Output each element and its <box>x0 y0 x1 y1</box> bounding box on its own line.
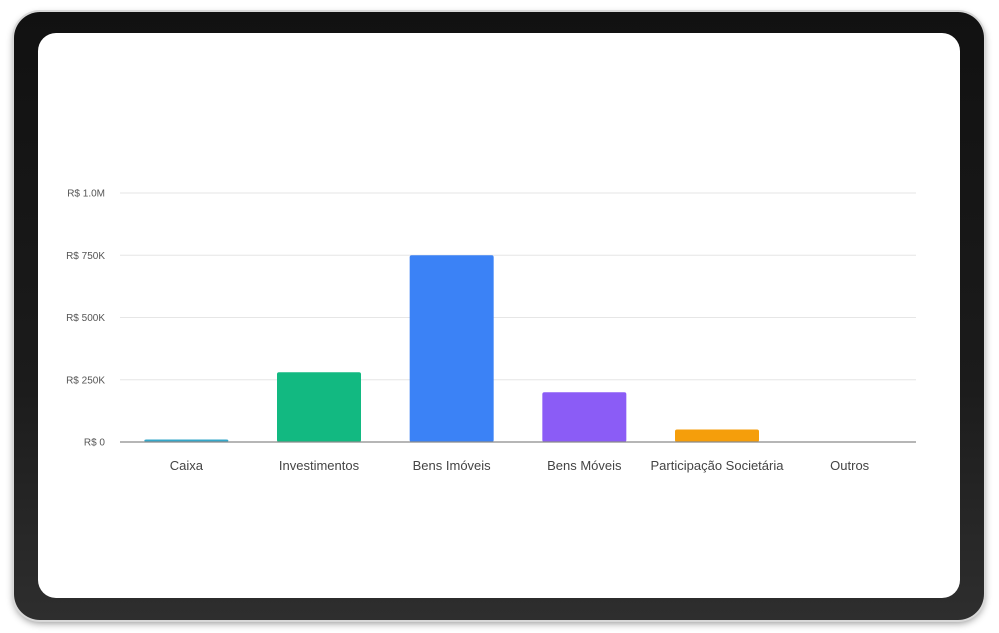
bar-chart: R$ 0 R$ 250K R$ 500K R$ 750K R$ 1.0M Caixa In… <box>66 189 916 473</box>
y-tick-label: R$ 1.0M <box>67 189 105 200</box>
bar-investimentos[interactable] <box>277 372 361 442</box>
bar-bens-imoveis[interactable] <box>409 255 494 442</box>
y-tick-label: R$ 750K <box>66 251 105 262</box>
x-category-label: Investimentos <box>279 458 360 473</box>
y-tick-label: R$ 250K <box>66 375 105 386</box>
bar-bens-moveis[interactable] <box>542 392 627 442</box>
x-category-label: Caixa <box>170 458 204 473</box>
bars <box>144 255 759 442</box>
y-tick-label: R$ 500K <box>66 313 105 324</box>
y-axis-ticks: R$ 0 R$ 250K R$ 500K R$ 750K R$ 1.0M <box>66 189 105 449</box>
x-category-label: Bens Imóveis <box>413 458 492 473</box>
bar-participacao-societaria[interactable] <box>675 429 759 442</box>
y-tick-label: R$ 0 <box>84 438 106 449</box>
x-category-label: Bens Móveis <box>547 458 622 473</box>
x-axis-labels: Caixa Investimentos Bens Imóveis Bens Móvei… <box>170 458 870 473</box>
x-category-label: Participação Societária <box>651 458 785 473</box>
gridlines <box>120 192 916 381</box>
x-category-label: Outros <box>830 458 870 473</box>
chart-panel: R$ 0 R$ 250K R$ 500K R$ 750K R$ 1.0M Caixa In… <box>38 33 960 598</box>
